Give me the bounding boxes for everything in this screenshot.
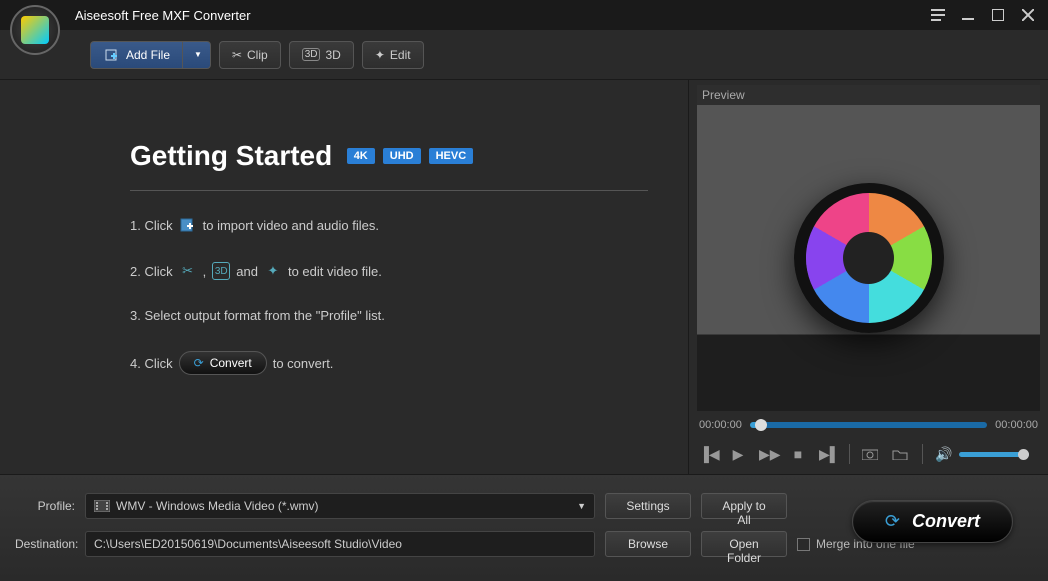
minimize-button[interactable] [958,5,978,25]
3d-small-icon: 3D [212,262,230,280]
volume-thumb[interactable] [1018,449,1029,460]
title-bar: Aiseesoft Free MXF Converter [0,0,1048,30]
play-button[interactable]: ▶ [729,446,747,463]
clip-label: Clip [247,48,268,62]
step2-comma: , [203,264,207,279]
step2-and: and [236,264,258,279]
separator [849,444,850,464]
volume-icon[interactable]: 🔊 [935,446,953,463]
divider [130,190,648,191]
bottom-bar: Profile: WMV - Windows Media Video (*.wm… [0,474,1048,581]
toolbar: Add File ▼ ✂ Clip 3D 3D ✦ Edit [0,30,1048,80]
edit-small-icon: ✦ [264,262,282,280]
badge-hevc: HEVC [429,148,474,164]
maximize-button[interactable] [988,5,1008,25]
clip-button[interactable]: ✂ Clip [219,41,281,69]
edit-label: Edit [390,48,411,62]
convert-button[interactable]: ⟳ Convert [852,500,1013,543]
menu-icon[interactable] [928,5,948,25]
add-file-icon [103,46,121,64]
time-current: 00:00:00 [699,419,742,431]
badge-uhd: UHD [383,148,421,164]
convert-pill: ⟳ Convert [179,351,267,375]
3d-label: 3D [325,48,340,62]
step4-btn-label: Convert [210,356,252,370]
step1-pre: 1. Click [130,218,173,233]
add-file-dropdown[interactable]: ▼ [182,41,211,69]
destination-value: C:\Users\ED20150619\Documents\Aiseesoft … [94,537,402,551]
merge-checkbox[interactable] [797,538,810,551]
step4-post: to convert. [273,356,334,371]
profile-select[interactable]: WMV - Windows Media Video (*.wmv) ▼ [85,493,595,519]
profile-label: Profile: [15,499,75,513]
step-4: 4. Click ⟳ Convert to convert. [130,351,648,375]
getting-started: Getting Started 4K UHD HEVC 1. Click to … [130,140,648,375]
preview-title: Preview [697,85,1040,105]
step-1: 1. Click to import video and audio files… [130,216,648,234]
step1-post: to import video and audio files. [203,218,379,233]
time-total: 00:00:00 [995,419,1038,431]
step3-text: 3. Select output format from the "Profil… [130,308,385,323]
browse-button[interactable]: Browse [605,531,691,557]
3d-button[interactable]: 3D 3D [289,41,354,69]
edit-button[interactable]: ✦ Edit [362,41,424,69]
content-area: Getting Started 4K UHD HEVC 1. Click to … [0,80,688,474]
wmv-icon [94,500,110,512]
scissors-icon: ✂ [232,48,242,62]
destination-label: Destination: [15,537,75,551]
profile-value: WMV - Windows Media Video (*.wmv) [116,499,319,513]
prev-button[interactable]: ▐◀ [699,446,717,463]
step-2: 2. Click ✂ , 3D and ✦ to edit video file… [130,262,648,280]
snapshot-button[interactable] [862,448,880,460]
step2-post: to edit video file. [288,264,382,279]
settings-button[interactable]: Settings [605,493,691,519]
app-title: Aiseesoft Free MXF Converter [75,8,251,23]
destination-field[interactable]: C:\Users\ED20150619\Documents\Aiseesoft … [85,531,595,557]
badges: 4K UHD HEVC [347,148,473,164]
apply-all-button[interactable]: Apply to All [701,493,787,519]
open-folder-button[interactable]: Open Folder [701,531,787,557]
step2-pre: 2. Click [130,264,173,279]
badge-4k: 4K [347,148,375,164]
3d-icon: 3D [302,48,321,61]
add-file-button[interactable]: Add File [90,41,182,69]
window-controls [928,5,1038,25]
refresh-icon: ⟳ [194,356,204,370]
add-file-small-icon [179,216,197,234]
scissors-small-icon: ✂ [179,262,197,280]
chevron-down-icon: ▼ [577,501,586,511]
preview-viewport [697,105,1040,411]
open-snapshot-folder-button[interactable] [892,448,910,460]
player-controls: ▐◀ ▶ ▶▶ ■ ▶▌ 🔊 [697,439,1040,474]
volume-track[interactable] [959,452,1029,457]
close-button[interactable] [1018,5,1038,25]
timeline: 00:00:00 00:00:00 [697,411,1040,439]
add-file-label: Add File [126,48,170,62]
heading: Getting Started [130,140,332,172]
step4-pre: 4. Click [130,356,173,371]
aperture-graphic [794,183,944,333]
timeline-track[interactable] [750,422,987,428]
stop-button[interactable]: ■ [789,446,807,462]
timeline-thumb[interactable] [755,419,767,431]
refresh-icon: ⟳ [885,511,900,532]
add-file-group: Add File ▼ [90,41,211,69]
fast-forward-button[interactable]: ▶▶ [759,446,777,463]
preview-panel: Preview 00:00:00 00:00:00 ▐◀ ▶ ▶▶ ■ ▶▌ 🔊 [688,80,1048,474]
convert-label: Convert [912,511,980,532]
volume: 🔊 [935,446,1029,463]
app-logo [10,5,65,60]
separator [922,444,923,464]
next-button[interactable]: ▶▌ [819,446,837,463]
edit-icon: ✦ [375,48,385,62]
step-3: 3. Select output format from the "Profil… [130,308,648,323]
